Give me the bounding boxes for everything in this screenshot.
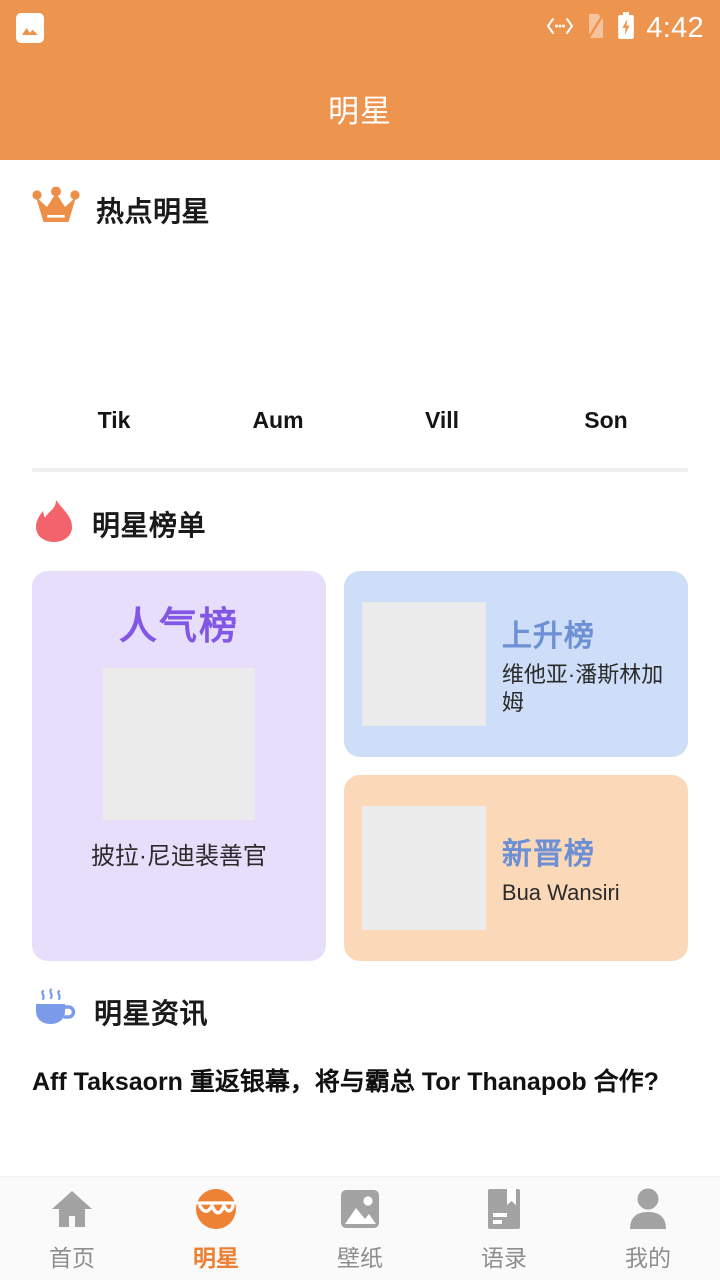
image-icon — [336, 1185, 384, 1233]
hot-star-name: Aum — [252, 407, 304, 433]
hot-star-thumbnail — [218, 277, 338, 397]
ranking-rising-thumbnail — [361, 602, 486, 726]
rankings-heading: 明星榜单 — [92, 509, 207, 541]
ranking-popularity-title: 人气榜 — [118, 606, 239, 648]
no-sim-icon — [586, 11, 606, 45]
hot-star-item[interactable]: Son — [524, 277, 688, 434]
nav-label-stars: 明星 — [193, 1244, 239, 1271]
hot-star-thumbnail — [54, 277, 174, 397]
book-bookmark-icon — [480, 1185, 528, 1233]
rankings-right-column: 上升榜 维他亚·潘斯林加姆 新晋榜 Bua Wansiri — [343, 571, 688, 961]
ranking-card-popularity[interactable]: 人气榜 披拉·尼迪裴善官 — [32, 571, 326, 961]
hot-star-thumbnail — [382, 277, 502, 397]
ranking-newcomer-title: 新晋榜 — [501, 837, 595, 871]
flame-icon — [32, 498, 76, 549]
ranking-rising-text: 上升榜 维他亚·潘斯林加姆 — [502, 611, 670, 717]
hot-stars-heading: 热点明星 — [96, 195, 211, 227]
gallery-icon — [16, 13, 44, 43]
news-section-header: 明星资讯 — [0, 961, 720, 1036]
hot-star-item[interactable]: Aum — [196, 277, 360, 434]
nav-label-home: 首页 — [49, 1244, 95, 1271]
ranking-rising-title: 上升榜 — [501, 619, 595, 653]
nav-label-profile: 我的 — [625, 1244, 671, 1271]
nav-item-home[interactable]: 首页 — [0, 1185, 144, 1273]
main-content: 热点明星 Tik Aum Vill Son 明星榜单 人气榜 披拉·尼迪裴善官 … — [0, 160, 720, 1176]
nav-item-quotes[interactable]: 语录 — [432, 1185, 576, 1273]
star-face-icon — [192, 1185, 240, 1233]
rankings-cards: 人气榜 披拉·尼迪裴善官 上升榜 维他亚·潘斯林加姆 新晋榜 Bua Wansi… — [0, 549, 720, 961]
ranking-newcomer-name: Bua Wansiri — [501, 879, 620, 905]
vpn-icon — [545, 15, 575, 42]
hot-star-item[interactable]: Tik — [32, 277, 196, 434]
page-title: 明星 — [328, 93, 392, 129]
nav-item-wallpaper[interactable]: 壁纸 — [288, 1185, 432, 1273]
crown-icon — [32, 186, 80, 233]
nav-item-stars[interactable]: 明星 — [144, 1185, 288, 1273]
nav-label-wallpaper: 壁纸 — [337, 1244, 383, 1271]
ranking-newcomer-text: 新晋榜 Bua Wansiri — [502, 829, 620, 907]
coffee-cup-icon — [32, 987, 78, 1036]
nav-item-profile[interactable]: 我的 — [576, 1185, 720, 1273]
status-bar: 4:42 — [0, 0, 720, 56]
news-heading: 明星资讯 — [94, 997, 209, 1029]
home-icon — [48, 1185, 96, 1233]
ranking-rising-name: 维他亚·潘斯林加姆 — [501, 661, 664, 715]
bottom-navigation: 首页 明星 壁纸 语录 我的 — [0, 1176, 720, 1280]
nav-label-quotes: 语录 — [481, 1244, 527, 1271]
battery-charging-icon — [617, 11, 635, 45]
ranking-card-newcomer[interactable]: 新晋榜 Bua Wansiri — [343, 775, 688, 961]
ranking-popularity-name: 披拉·尼迪裴善官 — [90, 843, 267, 870]
status-bar-left — [16, 13, 44, 43]
hot-star-name: Tik — [97, 407, 131, 433]
hot-star-thumbnail — [546, 277, 666, 397]
person-icon — [624, 1185, 672, 1233]
rankings-section-header: 明星榜单 — [0, 472, 720, 549]
news-headline[interactable]: Aff Taksaorn 重返银幕，将与霸总 Tor Thanapob 合作? — [32, 1066, 688, 1100]
ranking-newcomer-thumbnail — [361, 806, 486, 930]
status-bar-clock: 4:42 — [646, 11, 704, 44]
hot-star-name: Son — [584, 407, 628, 433]
hot-star-name: Vill — [424, 407, 460, 433]
hot-star-item[interactable]: Vill — [360, 277, 524, 434]
hot-stars-list: Tik Aum Vill Son — [0, 277, 720, 434]
hot-stars-section-header: 热点明星 — [0, 160, 720, 233]
news-list: Aff Taksaorn 重返银幕，将与霸总 Tor Thanapob 合作? — [0, 1066, 720, 1100]
ranking-popularity-thumbnail — [102, 668, 255, 820]
ranking-card-rising[interactable]: 上升榜 维他亚·潘斯林加姆 — [343, 571, 688, 757]
app-screen: 4:42 明星 热点明星 Tik Aum Vill Son 明星榜单 人气榜 披… — [0, 0, 720, 1280]
app-bar: 明星 — [0, 56, 720, 160]
status-bar-right: 4:42 — [545, 11, 704, 45]
